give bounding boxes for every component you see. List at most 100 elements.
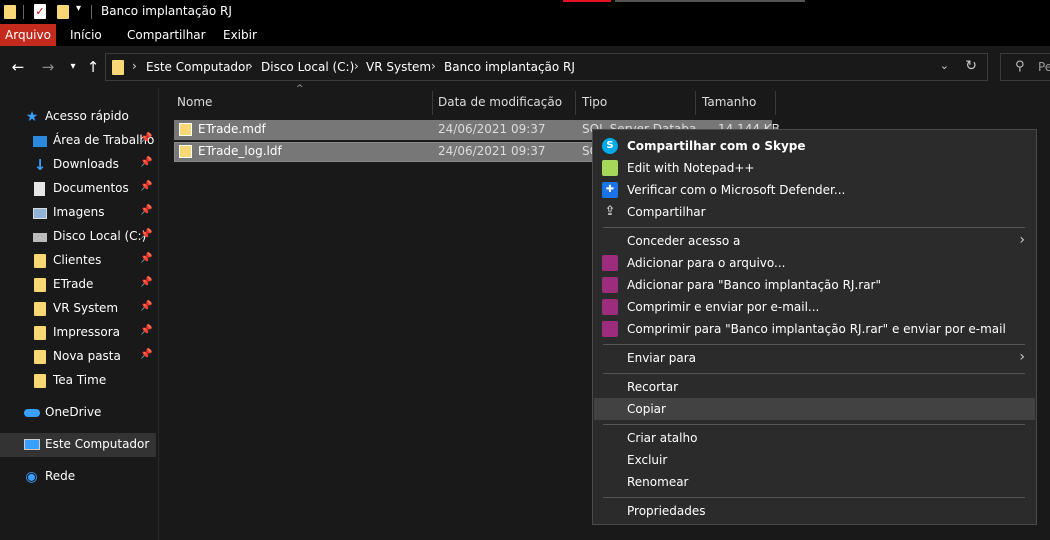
pin-icon[interactable]: 📌 (140, 301, 152, 312)
column-resize-handle[interactable] (432, 91, 433, 115)
menu-item-label: Renomear (627, 475, 689, 489)
folder-icon (34, 302, 46, 316)
new-folder-quick-icon[interactable] (57, 5, 69, 19)
menu-item-excluir[interactable]: Excluir (594, 449, 1035, 471)
nav-item-disco-local[interactable]: Disco Local (C:) 📌 (0, 225, 156, 249)
breadcrumb-este-computador[interactable]: Este Computador (146, 60, 250, 74)
search-input[interactable]: ⚲ Pe (1000, 53, 1050, 81)
back-arrow-icon[interactable]: ← (9, 58, 27, 76)
tab-arquivo[interactable]: Arquivo (0, 24, 56, 46)
column-resize-handle[interactable] (775, 91, 776, 115)
pin-icon[interactable]: 📌 (140, 205, 152, 216)
tab-exibir[interactable]: Exibir (223, 24, 257, 46)
nav-item-documentos[interactable]: Documentos 📌 (0, 177, 156, 201)
nav-item-label: Tea Time (53, 373, 107, 387)
tab-inicio[interactable]: Início (70, 24, 102, 46)
menu-item-recortar[interactable]: Recortar (594, 376, 1035, 398)
properties-quick-icon[interactable]: ✓ (34, 4, 46, 19)
pin-icon[interactable]: 📌 (140, 253, 152, 264)
menu-item-criar-atalho[interactable]: Criar atalho (594, 427, 1035, 449)
breadcrumb-chevron-icon[interactable]: › (132, 59, 137, 73)
nav-item-downloads[interactable]: ↓ Downloads 📌 (0, 153, 156, 177)
menu-item-label: Propriedades (627, 504, 706, 518)
nav-item-impressora[interactable]: Impressora 📌 (0, 321, 156, 345)
title-bar: ✓ ▾ Banco implantação RJ (0, 0, 1050, 24)
submenu-chevron-icon: › (1019, 232, 1025, 248)
menu-separator (603, 497, 1025, 498)
title-separator (91, 5, 92, 19)
refresh-icon[interactable]: ↻ (965, 58, 977, 74)
address-bar[interactable]: › Este Computador › Disco Local (C:) › V… (105, 53, 988, 81)
column-header-data[interactable]: Data de modificação (438, 92, 562, 114)
cloud-icon (24, 409, 40, 417)
nav-item-label: Nova pasta (53, 349, 121, 363)
breadcrumb-banco-implantacao-rj[interactable]: Banco implantação RJ (444, 60, 575, 74)
nav-item-tea-time[interactable]: Tea Time (0, 369, 156, 393)
nav-item-este-computador[interactable]: Este Computador (0, 433, 156, 457)
pane-divider[interactable] (158, 88, 159, 540)
file-name: ETrade.mdf (198, 122, 266, 136)
nav-item-imagens[interactable]: Imagens 📌 (0, 201, 156, 225)
menu-item-label: Comprimir e enviar por e-mail... (627, 300, 820, 314)
network-icon: ◉ (25, 469, 38, 485)
menu-item-conceder-acesso[interactable]: Conceder acesso a › (594, 230, 1035, 252)
recent-locations-chevron-icon[interactable]: ▾ (64, 58, 82, 76)
nav-item-etrade[interactable]: ETrade 📌 (0, 273, 156, 297)
pin-icon[interactable]: 📌 (140, 181, 152, 192)
breadcrumb-chevron-icon[interactable]: › (354, 59, 359, 73)
nav-item-acesso-rapido[interactable]: ★ Acesso rápido (0, 105, 156, 129)
menu-item-renomear[interactable]: Renomear (594, 471, 1035, 493)
menu-item-copiar[interactable]: Copiar (594, 398, 1035, 420)
folder-icon (112, 60, 124, 75)
column-resize-handle[interactable] (695, 91, 696, 115)
notepad-icon (602, 160, 618, 176)
pin-icon[interactable]: 📌 (140, 277, 152, 288)
column-header-tipo[interactable]: Tipo (582, 92, 607, 114)
pin-icon[interactable]: 📌 (140, 325, 152, 336)
menu-item-adicionar-rar[interactable]: Adicionar para "Banco implantação RJ.rar… (594, 274, 1035, 296)
address-history-chevron-icon[interactable]: ⌄ (940, 59, 949, 72)
folder-icon (34, 254, 46, 268)
menu-item-verificar-defender[interactable]: ✚ Verificar com o Microsoft Defender... (594, 179, 1035, 201)
nav-item-nova-pasta[interactable]: Nova pasta 📌 (0, 345, 156, 369)
file-date: 24/06/2021 09:37 (438, 144, 546, 158)
menu-item-comprimir-rar-email[interactable]: Comprimir para "Banco implantação RJ.rar… (594, 318, 1035, 340)
folder-icon (4, 5, 16, 19)
folder-icon (34, 278, 46, 292)
nav-item-label: Disco Local (C:) (53, 229, 147, 243)
column-header-nome[interactable]: Nome (177, 92, 212, 114)
pin-icon[interactable]: 📌 (140, 133, 152, 144)
tab-compartilhar[interactable]: Compartilhar (127, 24, 206, 46)
column-header-tamanho[interactable]: Tamanho (702, 92, 756, 114)
menu-item-adicionar-arquivo[interactable]: Adicionar para o arquivo... (594, 252, 1035, 274)
customize-toolbar-chevron-icon[interactable]: ▾ (76, 3, 81, 14)
menu-item-enviar-para[interactable]: Enviar para › (594, 347, 1035, 369)
breadcrumb-chevron-icon[interactable]: › (431, 59, 436, 73)
menu-item-label: Edit with Notepad++ (627, 161, 755, 175)
menu-item-notepad-plus[interactable]: Edit with Notepad++ (594, 157, 1035, 179)
menu-item-comprimir-email[interactable]: Comprimir e enviar por e-mail... (594, 296, 1035, 318)
pin-icon[interactable]: 📌 (140, 349, 152, 360)
menu-item-compartilhar[interactable]: ⇪ Compartilhar (594, 201, 1035, 223)
nav-item-onedrive[interactable]: OneDrive (0, 401, 156, 425)
breadcrumb-disco-local[interactable]: Disco Local (C:) (261, 60, 354, 74)
breadcrumb-chevron-icon[interactable]: › (248, 59, 253, 73)
up-arrow-icon[interactable]: ↑ (84, 58, 102, 76)
nav-item-clientes[interactable]: Clientes 📌 (0, 249, 156, 273)
menu-item-label: Conceder acesso a (627, 234, 741, 248)
column-resize-handle[interactable] (575, 91, 576, 115)
breadcrumb-vr-system[interactable]: VR System (366, 60, 431, 74)
menu-item-compartilhar-skype[interactable]: S Compartilhar com o Skype (594, 135, 1035, 157)
navigation-pane: ★ Acesso rápido Área de Trabalho 📌 ↓ Dow… (0, 88, 158, 540)
nav-item-area-de-trabalho[interactable]: Área de Trabalho 📌 (0, 129, 156, 153)
menu-item-propriedades[interactable]: Propriedades (594, 500, 1035, 522)
share-icon: ⇪ (604, 204, 616, 219)
sort-ascending-icon: ^ (296, 84, 304, 94)
pin-icon[interactable]: 📌 (140, 229, 152, 240)
nav-item-rede[interactable]: ◉ Rede (0, 465, 156, 489)
pin-icon[interactable]: 📌 (140, 157, 152, 168)
ribbon-tabs: Arquivo Início Compartilhar Exibir (0, 24, 1050, 46)
forward-arrow-icon[interactable]: → (39, 58, 57, 76)
download-icon: ↓ (33, 156, 47, 174)
nav-item-vr-system[interactable]: VR System 📌 (0, 297, 156, 321)
